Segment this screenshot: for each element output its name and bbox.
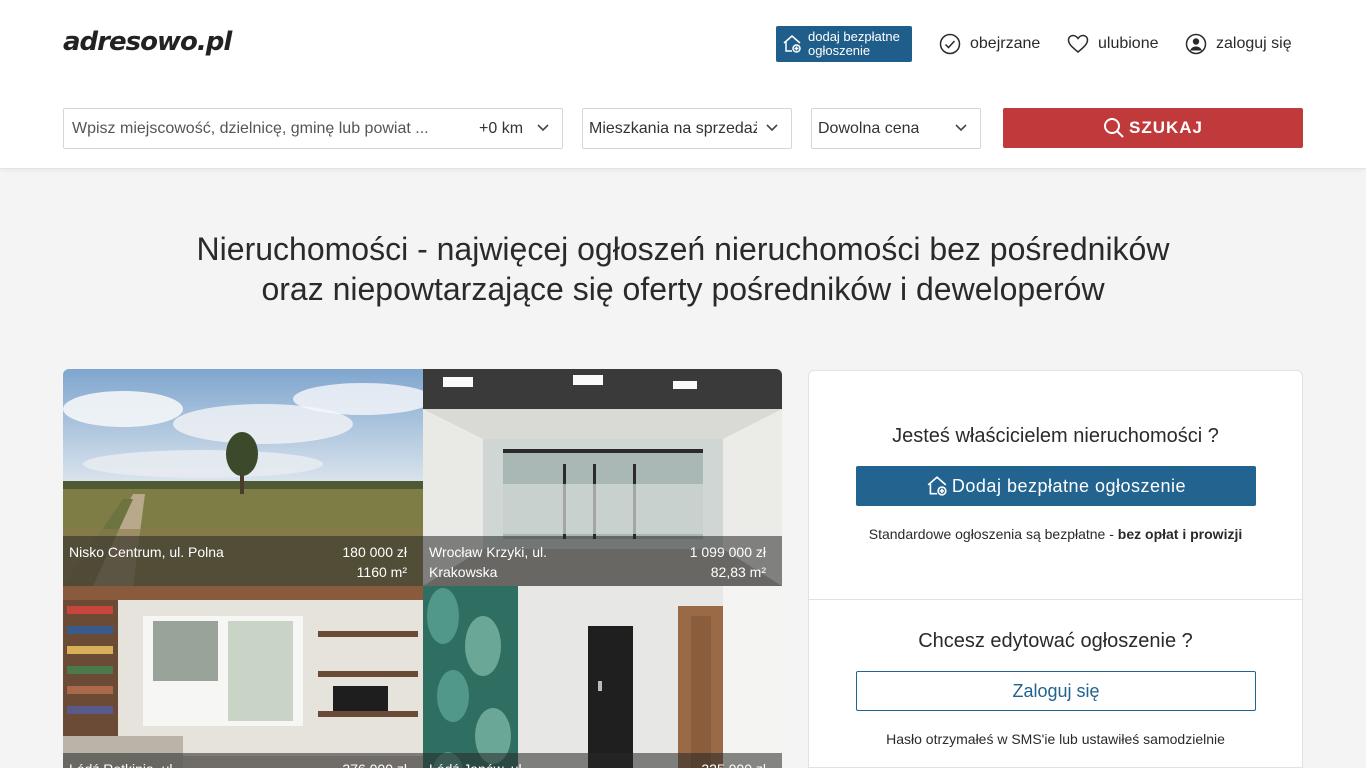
search-icon xyxy=(1103,118,1124,138)
nav-login-label: zaloguj się xyxy=(1216,35,1292,52)
chevron-down-icon[interactable] xyxy=(536,123,550,133)
user-circle-icon xyxy=(1185,33,1207,55)
sms-password-note: Hasło otrzymałeś w SMS'ie lub ustawiłeś … xyxy=(886,731,1225,747)
check-circle-icon xyxy=(939,33,961,55)
listing-photo-hallway xyxy=(423,586,782,768)
login-button[interactable]: Zaloguj się xyxy=(856,671,1256,711)
chevron-down-icon xyxy=(955,124,967,132)
nav-favorites-label: ulubione xyxy=(1098,35,1159,52)
owner-question: Jesteś właścicielem nieruchomości ? xyxy=(892,425,1219,447)
listing-card[interactable]: Nisko Centrum, ul. Polna 180 000 zł 1160… xyxy=(63,369,423,586)
listing-area: 82,83 m² xyxy=(710,564,766,580)
listing-card[interactable]: Łódź Janów, ul. 325 000 zł xyxy=(423,586,782,768)
site-logo[interactable]: adresowo.pl xyxy=(63,27,232,57)
house-plus-icon xyxy=(783,35,801,53)
nav-viewed-label: obejrzane xyxy=(970,35,1041,52)
site-header: adresowo.pl dodaj bezpłatne ogłoszenie o… xyxy=(0,0,1366,169)
listing-area: 1160 m² xyxy=(356,564,407,580)
add-listing-label-line2: ogłoszenie xyxy=(808,43,871,58)
listing-photo-living-room xyxy=(63,586,423,768)
house-plus-icon xyxy=(927,476,947,496)
radius-select[interactable]: +0 km xyxy=(479,120,523,138)
price-value: Dowolna cena xyxy=(818,120,920,137)
nav-favorites[interactable]: ulubione xyxy=(1067,31,1159,57)
page-headline: Nieruchomości - najwięcej ogłoszeń nieru… xyxy=(0,229,1366,309)
add-free-listing-button[interactable]: Dodaj bezpłatne ogłoszenie xyxy=(856,466,1256,506)
headline-line1: Nieruchomości - najwięcej ogłoszeń nieru… xyxy=(196,231,1170,267)
headline-line2: oraz niepowtarzające się oferty pośredni… xyxy=(261,271,1105,307)
panel-divider xyxy=(809,599,1302,600)
listing-price: 376 000 zł xyxy=(342,759,407,768)
location-search-input[interactable] xyxy=(72,118,452,140)
nav-login[interactable]: zaloguj się xyxy=(1185,31,1292,57)
location-search-box: +0 km xyxy=(63,108,563,149)
listing-price: 1 099 000 zł xyxy=(689,544,766,560)
listing-location: Łódź Janów, ul. xyxy=(429,759,629,768)
property-type-value: Mieszkania na sprzedaż xyxy=(589,120,757,137)
free-listing-note: Standardowe ogłoszenia są bezpłatne - be… xyxy=(809,526,1302,542)
listing-card[interactable]: Łódź Retkinia, ul. 376 000 zł xyxy=(63,586,423,768)
add-listing-label-line1: dodaj bezpłatne xyxy=(808,29,900,44)
owner-panel: Jesteś właścicielem nieruchomości ? Doda… xyxy=(808,370,1303,768)
free-listing-note-bold: bez opłat i prowizji xyxy=(1117,526,1243,542)
search-button-label: SZUKAJ xyxy=(1128,118,1203,137)
listing-price: 180 000 zł xyxy=(342,544,407,560)
add-listing-button[interactable]: dodaj bezpłatne ogłoszenie xyxy=(776,26,912,62)
property-type-select[interactable]: Mieszkania na sprzedaż xyxy=(582,108,792,149)
nav-viewed[interactable]: obejrzane xyxy=(939,31,1040,57)
listing-location: Nisko Centrum, ul. Polna xyxy=(69,544,224,560)
listing-price: 325 000 zł xyxy=(701,759,766,768)
featured-listings: Nisko Centrum, ul. Polna 180 000 zł 1160… xyxy=(63,369,782,768)
listing-location: Wrocław Krzyki, ul. Krakowska xyxy=(429,544,547,580)
price-select[interactable]: Dowolna cena xyxy=(811,108,981,149)
listing-card[interactable]: Wrocław Krzyki, ul. Krakowska 1 099 000 … xyxy=(423,369,782,586)
add-free-listing-label: Dodaj bezpłatne ogłoszenie xyxy=(951,475,1187,496)
search-button[interactable]: SZUKAJ xyxy=(1003,108,1303,148)
heart-icon xyxy=(1067,34,1089,53)
listing-location: Łódź Retkinia, ul. xyxy=(69,759,269,768)
edit-question: Chcesz edytować ogłoszenie ? xyxy=(918,630,1193,652)
chevron-down-icon xyxy=(766,124,778,132)
free-listing-note-text: Standardowe ogłoszenia są bezpłatne - xyxy=(868,526,1118,542)
